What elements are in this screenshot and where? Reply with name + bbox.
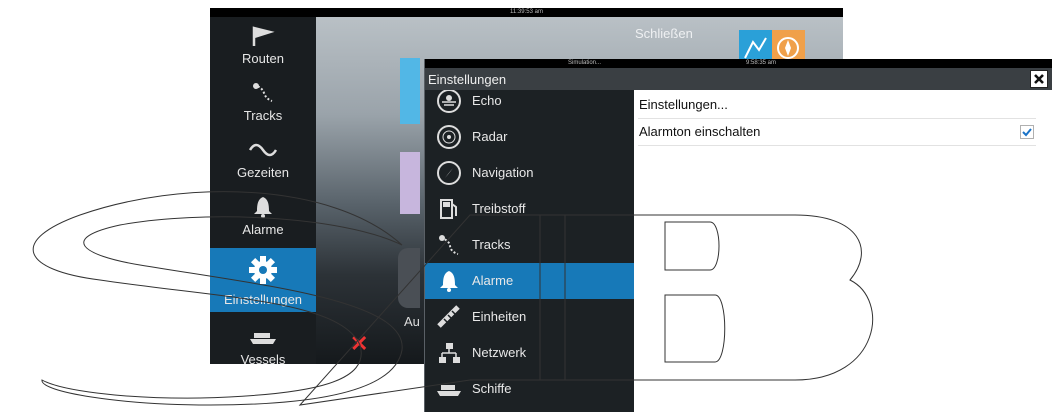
- network-icon: [435, 339, 463, 367]
- schliessen-button[interactable]: Schließen: [635, 26, 693, 41]
- bell-icon: [435, 267, 463, 295]
- checkmark-icon: [1022, 128, 1032, 137]
- settings-dialog: Simulation... 9:58:35 am Einstellungen E…: [424, 59, 1052, 412]
- menu-label-treibstoff: Treibstoff: [472, 201, 526, 216]
- menu-item-tracks[interactable]: Tracks: [425, 227, 634, 263]
- close-x-icon[interactable]: ✕: [350, 333, 368, 355]
- sidebar-label-tracks: Tracks: [243, 108, 283, 123]
- setting-label-alarmton: Alarmton einschalten: [639, 124, 761, 139]
- setting-row-alarmton[interactable]: Alarmton einschalten: [638, 119, 1036, 146]
- dialog-title: Einstellungen: [428, 72, 507, 87]
- sidebar-label-alarme: Alarme: [242, 222, 284, 237]
- app-tile-purple[interactable]: [400, 152, 420, 214]
- ruler-icon: [435, 303, 463, 331]
- alarm-settings-panel: Einstellungen... Alarmton einschalten: [634, 90, 1052, 412]
- menu-label-radar: Radar: [472, 129, 508, 144]
- dialog-title-bar: Einstellungen: [425, 68, 1052, 90]
- sidebar-item-routen[interactable]: Routen: [210, 14, 316, 71]
- menu-label-netzwerk: Netzwerk: [472, 345, 527, 360]
- menu-item-alarme[interactable]: Alarme: [425, 263, 634, 299]
- tide-wave-icon: [210, 136, 316, 164]
- sidebar-label-vessels: Vessels: [240, 352, 286, 364]
- app-tile-blue[interactable]: [400, 58, 420, 124]
- bell-icon: [210, 193, 316, 221]
- radar-icon: [435, 123, 463, 151]
- menu-item-einheiten[interactable]: Einheiten: [425, 299, 634, 335]
- menu-item-treibstoff[interactable]: Treibstoff: [425, 191, 634, 227]
- partial-tile-label: Au: [404, 314, 420, 329]
- tracks-icon: [435, 231, 463, 259]
- sidebar-label-routen: Routen: [242, 51, 284, 66]
- route-flag-icon: [210, 22, 316, 50]
- menu-label-alarme: Alarme: [472, 273, 514, 288]
- fuel-pump-icon: [435, 195, 463, 223]
- sidebar-label-gezeiten: Gezeiten: [236, 165, 290, 180]
- setting-row-einstellungen[interactable]: Einstellungen...: [638, 92, 1036, 119]
- simulation-status: Simulation...: [568, 60, 602, 66]
- menu-label-echo: Echo: [472, 93, 502, 108]
- menu-label-tracks: Tracks: [472, 237, 511, 252]
- main-sidebar: Routen Tracks Gezeiten Alarme Einstellun…: [210, 17, 316, 364]
- sidebar-item-einstellungen[interactable]: Einstellungen: [210, 248, 316, 312]
- sidebar-item-gezeiten[interactable]: Gezeiten: [210, 128, 316, 185]
- vessel-icon: [210, 323, 316, 351]
- compass-icon: [435, 159, 463, 187]
- menu-item-schiffe[interactable]: Schiffe: [425, 371, 634, 407]
- status-bar-front: Simulation... 9:58:35 am: [425, 59, 1052, 68]
- alarmton-checkbox[interactable]: [1020, 125, 1034, 139]
- vessel-icon: [435, 375, 463, 403]
- menu-label-schiffe: Schiffe: [472, 381, 512, 396]
- app-tile-gauge[interactable]: [398, 248, 420, 308]
- menu-item-radar[interactable]: Radar: [425, 119, 634, 155]
- sidebar-item-tracks[interactable]: Tracks: [210, 71, 316, 128]
- sidebar-item-alarme[interactable]: Alarme: [210, 185, 316, 242]
- menu-item-echo[interactable]: Echo: [425, 90, 634, 119]
- sidebar-label-einstellungen: Einstellungen: [223, 292, 303, 307]
- clock-back: 11:39:53 am: [510, 9, 543, 15]
- close-button[interactable]: [1030, 70, 1048, 88]
- clock-front: 9:58:35 am: [746, 60, 777, 66]
- menu-item-netzwerk[interactable]: Netzwerk: [425, 335, 634, 371]
- gear-icon: [210, 256, 316, 284]
- menu-label-navigation: Navigation: [472, 165, 534, 180]
- sidebar-item-vessels[interactable]: Vessels: [210, 315, 316, 364]
- menu-label-einheiten: Einheiten: [472, 309, 527, 324]
- setting-label-einstellungen: Einstellungen...: [639, 97, 728, 112]
- echo-sounder-icon: [435, 90, 463, 115]
- settings-menu: Echo Radar Navigation Treibstoff Tracks: [425, 90, 634, 412]
- menu-item-navigation[interactable]: Navigation: [425, 155, 634, 191]
- tracks-icon: [210, 79, 316, 107]
- close-icon: [1034, 74, 1044, 84]
